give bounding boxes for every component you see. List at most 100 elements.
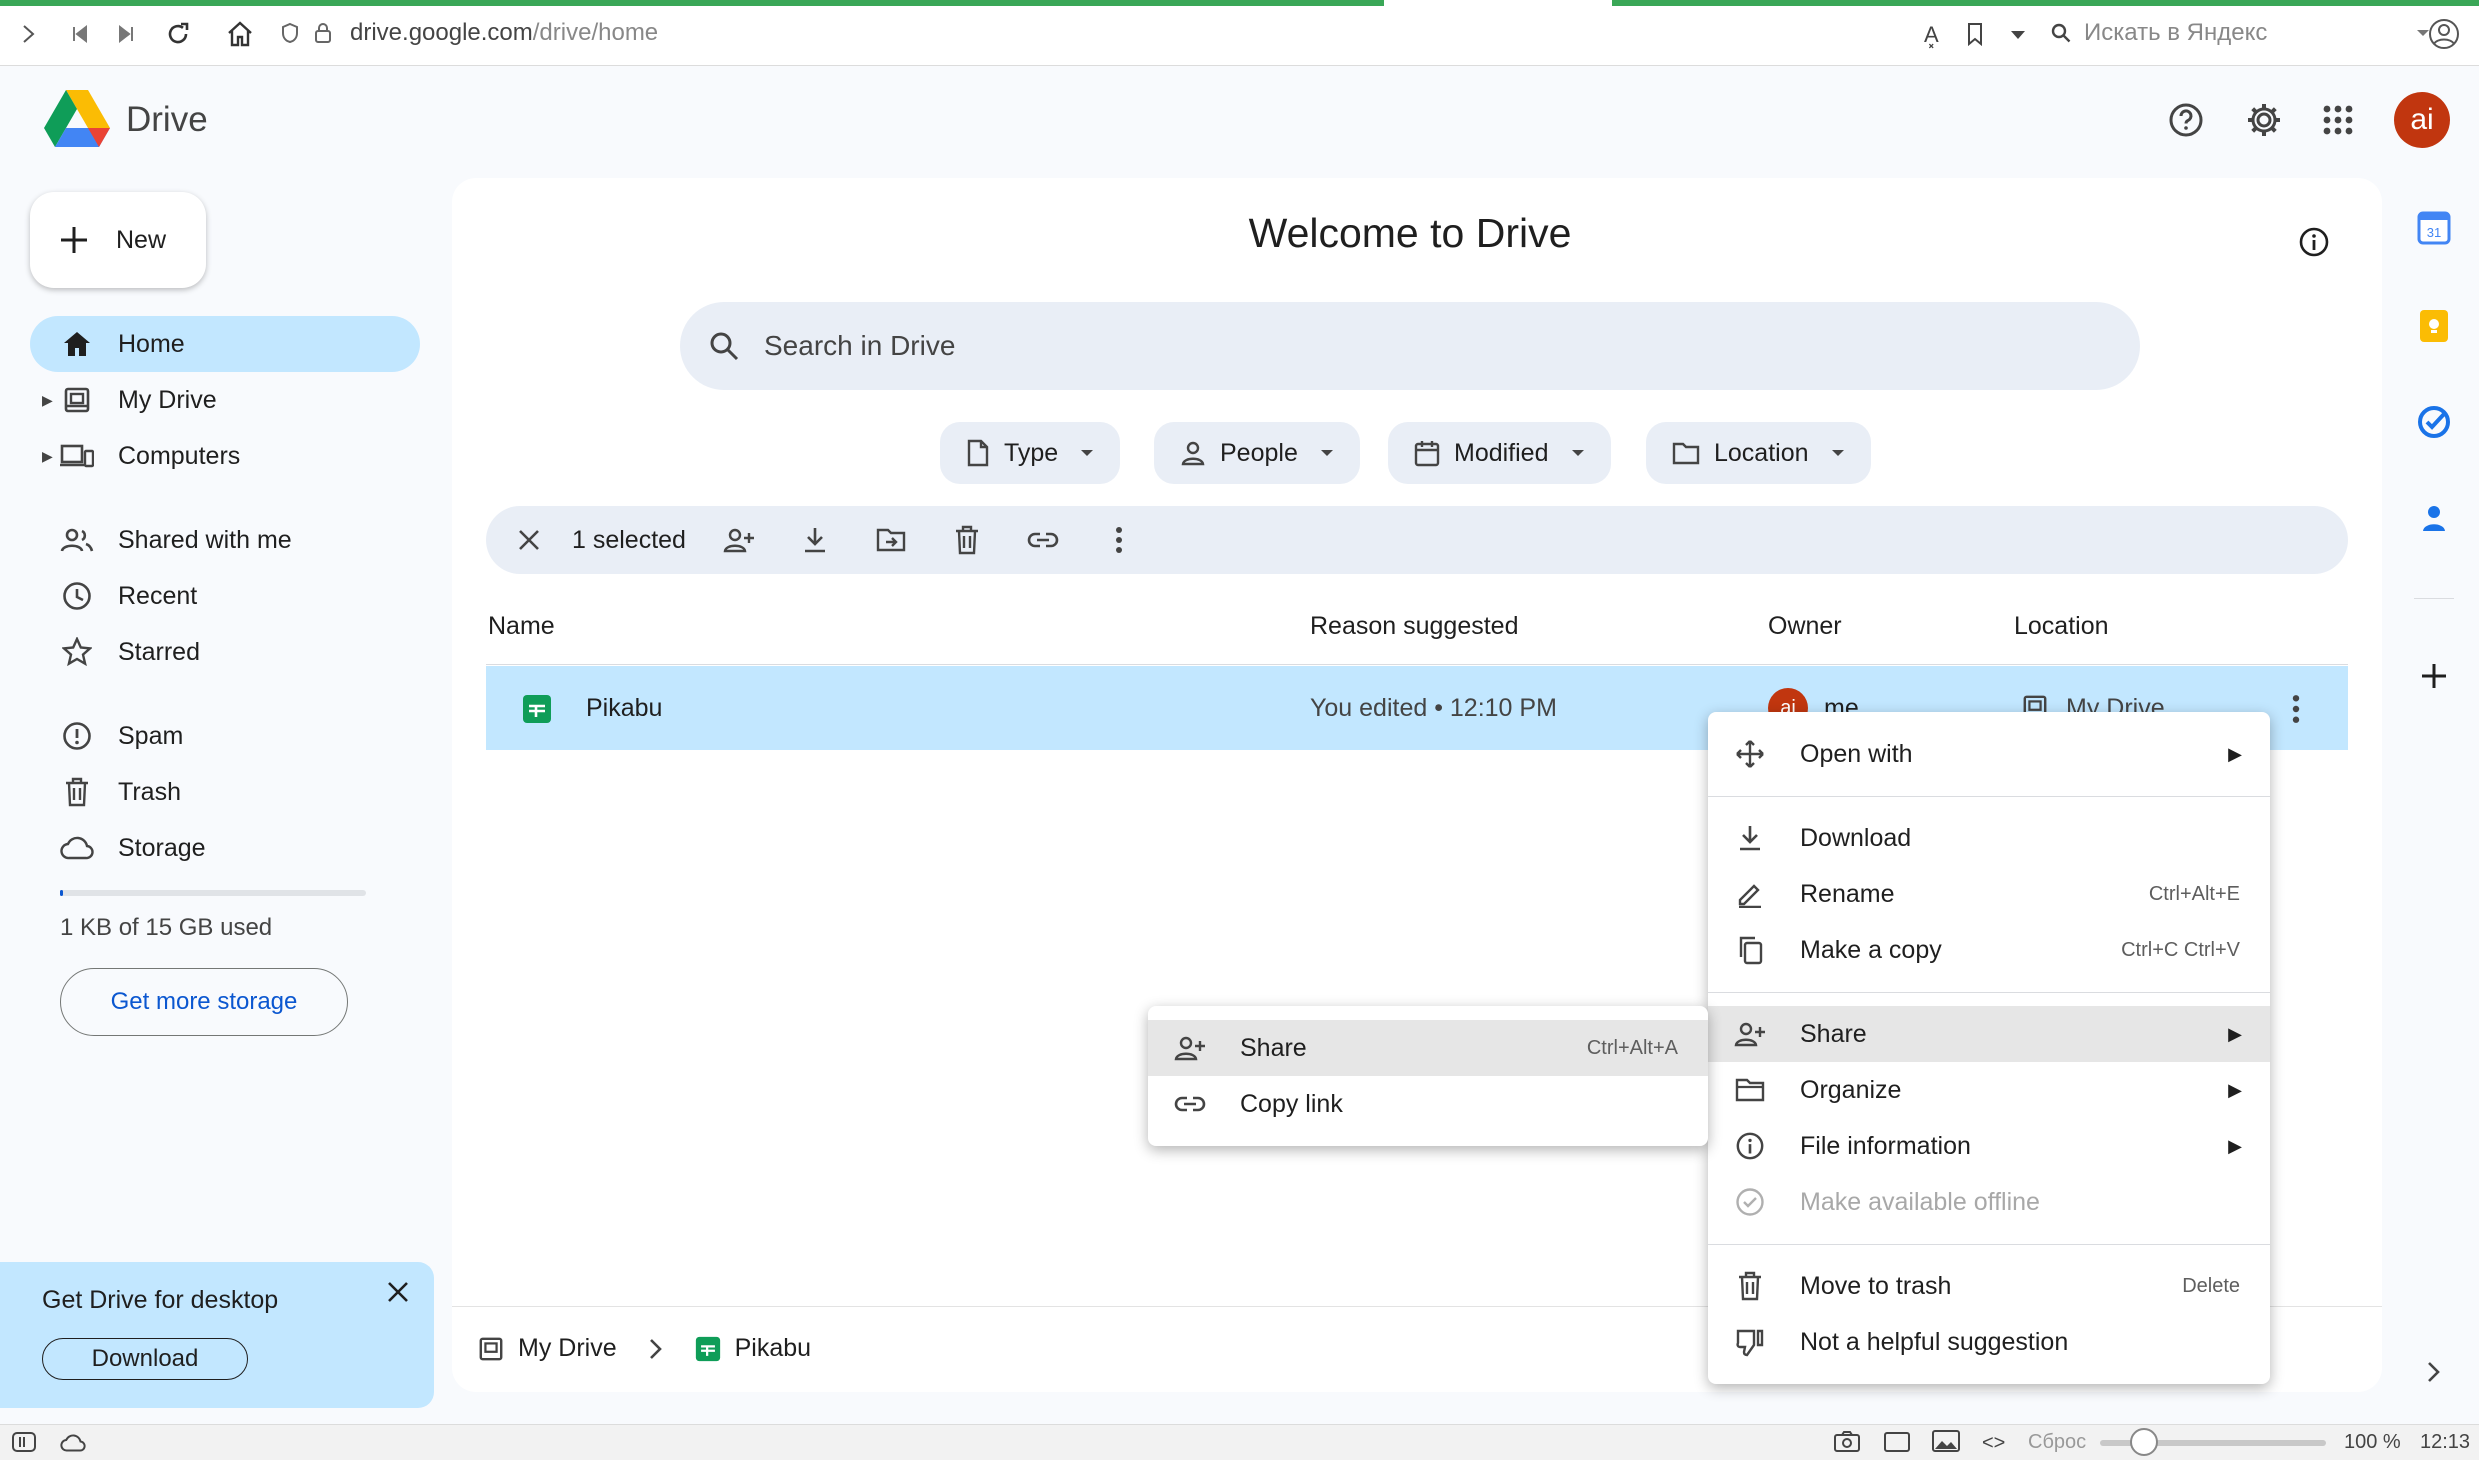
sidebar-item-computers[interactable]: ▶ Computers: [30, 428, 420, 484]
apps-grid-icon[interactable]: [2310, 92, 2366, 148]
help-icon[interactable]: [2158, 92, 2214, 148]
cloud-icon[interactable]: [58, 1434, 88, 1452]
file-name[interactable]: Pikabu: [586, 694, 662, 723]
profile-icon[interactable]: [2428, 18, 2460, 50]
window-icon[interactable]: [1884, 1432, 1910, 1452]
account-avatar[interactable]: ai: [2394, 92, 2450, 148]
filter-type-chip[interactable]: Type: [940, 422, 1121, 484]
sidebar-item-storage[interactable]: Storage: [30, 820, 420, 876]
address-bar[interactable]: drive.google.com/drive/home: [280, 12, 2050, 54]
bookmark-icon[interactable]: [1966, 22, 1984, 46]
sidebar-item-label: Starred: [118, 637, 200, 666]
breadcrumb-item[interactable]: My Drive: [518, 1334, 617, 1363]
filter-people-chip[interactable]: People: [1154, 422, 1360, 484]
menu-item-label: Make a copy: [1800, 935, 1942, 964]
menu-item-rename[interactable]: Rename Ctrl+Alt+E: [1708, 866, 2270, 922]
selected-count: 1 selected: [572, 525, 686, 554]
more-vert-icon[interactable]: [1096, 517, 1142, 563]
expand-arrow-icon[interactable]: ▶: [42, 392, 53, 409]
drive-logo-icon[interactable]: [44, 90, 110, 148]
camera-icon[interactable]: [1834, 1430, 1860, 1452]
zoom-slider-handle[interactable]: [2130, 1428, 2158, 1456]
skip-back-icon[interactable]: [60, 14, 100, 54]
menu-item-file-information[interactable]: File information ▶: [1708, 1118, 2270, 1174]
search-input[interactable]: Search in Drive: [680, 302, 2140, 390]
tab-strip: [0, 0, 1384, 6]
app-name[interactable]: Drive: [126, 100, 208, 140]
contacts-icon[interactable]: [2410, 494, 2458, 542]
divider: [1708, 992, 2270, 993]
breadcrumb: My Drive Pikabu: [478, 1334, 811, 1363]
chevron-right-icon: [649, 1338, 663, 1360]
sidebar-item-spam[interactable]: Spam: [30, 708, 420, 764]
menu-item-move-to-trash[interactable]: Move to trash Delete: [1708, 1258, 2270, 1314]
sidebar-item-recent[interactable]: Recent: [30, 568, 420, 624]
menu-item-not-helpful[interactable]: Not a helpful suggestion: [1708, 1314, 2270, 1370]
offline-icon: [1732, 1184, 1768, 1220]
breadcrumb-item[interactable]: Pikabu: [735, 1334, 811, 1363]
dropdown-icon[interactable]: [2010, 30, 2026, 40]
menu-item-download[interactable]: Download: [1708, 810, 2270, 866]
reload-icon[interactable]: [158, 14, 198, 54]
move-icon: [1732, 736, 1768, 772]
add-icon[interactable]: [2410, 652, 2458, 700]
translate-icon[interactable]: A͓: [1924, 22, 1939, 48]
sidebar-item-starred[interactable]: Starred: [30, 624, 420, 680]
zoom-reset-label[interactable]: Сброс: [2028, 1431, 2086, 1454]
panel-icon[interactable]: [12, 1432, 36, 1452]
sidebar-item-my-drive[interactable]: ▶ My Drive: [30, 372, 420, 428]
menu-item-share[interactable]: Share ▶: [1708, 1006, 2270, 1062]
info-icon[interactable]: [2290, 218, 2338, 266]
chevron-right-icon[interactable]: [2410, 1348, 2458, 1396]
menu-item-make-a-copy[interactable]: Make a copy Ctrl+C Ctrl+V: [1708, 922, 2270, 978]
filter-location-chip[interactable]: Location: [1646, 422, 1871, 484]
sidebar-item-shared-with-me[interactable]: Shared with me: [30, 512, 420, 568]
move-to-folder-icon[interactable]: [868, 517, 914, 563]
get-more-storage-button[interactable]: Get more storage: [60, 968, 348, 1036]
sidebar-item-label: Computers: [118, 441, 241, 470]
add-person-icon[interactable]: [716, 517, 762, 563]
computers-icon: [60, 439, 94, 473]
column-header-name[interactable]: Name: [488, 612, 555, 641]
share-icon: [1172, 1030, 1208, 1066]
close-icon[interactable]: [378, 1272, 418, 1312]
sidebar-item-home[interactable]: Home: [30, 316, 420, 372]
home-page-icon[interactable]: [220, 14, 260, 54]
trash-icon[interactable]: [944, 517, 990, 563]
promo-download-button[interactable]: Download: [42, 1338, 248, 1380]
expand-arrow-icon[interactable]: ▶: [42, 448, 53, 465]
code-icon[interactable]: <>: [1982, 1432, 2005, 1455]
chevron-down-icon: [1571, 449, 1585, 457]
image-icon[interactable]: [1932, 1430, 1960, 1452]
submenu-item-share[interactable]: Share Ctrl+Alt+A: [1148, 1020, 1708, 1076]
menu-item-open-with[interactable]: Open with ▶: [1708, 726, 2270, 782]
calendar-icon[interactable]: 31: [2410, 204, 2458, 252]
sidebar-item-trash[interactable]: Trash: [30, 764, 420, 820]
clock-text: 12:13: [2420, 1431, 2471, 1453]
tasks-icon[interactable]: [2410, 398, 2458, 446]
divider: [1708, 1244, 2270, 1245]
shortcut-text: Ctrl+Alt+A: [1586, 1036, 1678, 1059]
tab-strip-right: [1612, 0, 2479, 6]
yandex-search-placeholder: Искать в Яндекс: [2084, 19, 2268, 46]
new-button[interactable]: New: [30, 192, 206, 288]
promo-title: Get Drive for desktop: [42, 1286, 279, 1314]
search-icon: [2050, 22, 2072, 44]
lock-icon: [314, 22, 332, 44]
download-icon[interactable]: [792, 517, 838, 563]
my-drive-icon: [60, 383, 94, 417]
person-icon: [1180, 440, 1206, 466]
link-icon[interactable]: [1020, 517, 1066, 563]
close-icon[interactable]: [506, 517, 552, 563]
yandex-search-input[interactable]: Искать в Яндекс: [2050, 12, 2430, 54]
submenu-item-copy-link[interactable]: Copy link: [1148, 1076, 1708, 1132]
folder-icon: [1732, 1072, 1768, 1108]
clock-icon: [60, 579, 94, 613]
menu-item-organize[interactable]: Organize ▶: [1708, 1062, 2270, 1118]
skip-forward-icon[interactable]: [106, 14, 146, 54]
keep-icon[interactable]: [2410, 302, 2458, 350]
filter-modified-chip[interactable]: Modified: [1388, 422, 1611, 484]
more-vert-icon[interactable]: [2290, 694, 2302, 724]
gear-icon[interactable]: [2236, 92, 2292, 148]
forward-arrow-icon[interactable]: [8, 14, 48, 54]
